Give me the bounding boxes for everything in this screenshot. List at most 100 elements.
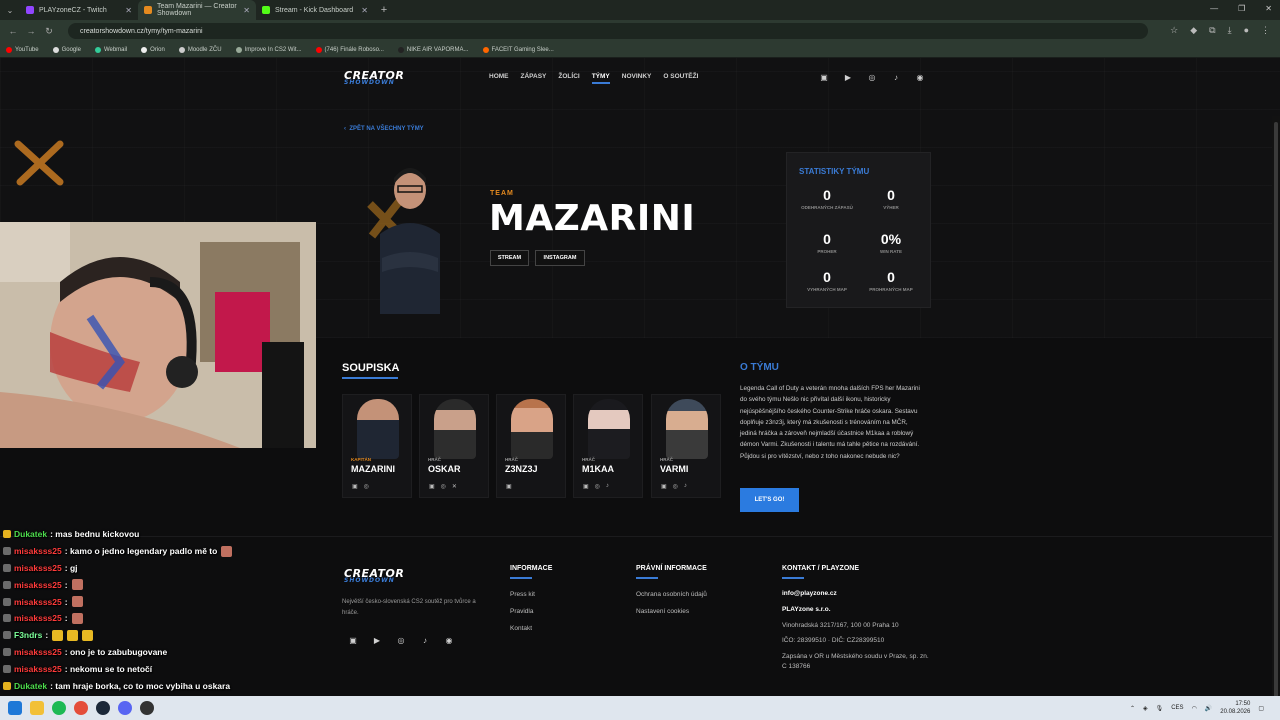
- back-icon[interactable]: ←: [4, 26, 22, 36]
- clock-time: 17:50: [1235, 701, 1251, 707]
- youtube-icon[interactable]: ▶: [843, 72, 853, 82]
- player-card[interactable]: HRÁČ M1KAA ▣ ◎ ♪: [573, 394, 643, 498]
- notification-icon[interactable]: ▢: [1258, 705, 1264, 712]
- microphone-icon[interactable]: 🎙: [1156, 705, 1164, 712]
- twitch-icon[interactable]: ▣: [819, 72, 829, 82]
- stat-value: 0: [823, 187, 831, 203]
- file-explorer-icon[interactable]: [30, 701, 44, 715]
- nav-novinky[interactable]: NOVINKY: [622, 73, 652, 84]
- x-icon[interactable]: ✕: [452, 483, 457, 490]
- twitch-icon[interactable]: ▣: [348, 635, 358, 645]
- about-title: O TÝMU: [740, 362, 779, 373]
- back-to-teams-link[interactable]: ‹ ZPĚT NA VŠECHNY TÝMY: [344, 126, 424, 132]
- twitch-icon[interactable]: ▣: [429, 483, 435, 490]
- footer-link-pravidla[interactable]: Pravidla: [510, 608, 533, 615]
- close-window-icon[interactable]: ✕: [1265, 4, 1272, 13]
- nav-tymy[interactable]: TÝMY: [591, 73, 610, 84]
- footer-link-cookies[interactable]: Nastavení cookies: [636, 608, 689, 615]
- team-stats-card: STATISTIKY TÝMU 0 ODEHRANÝCH ZÁPASŮ 0 VÝ…: [786, 152, 931, 308]
- twitch-icon[interactable]: ▣: [661, 483, 667, 490]
- bookmark-orion[interactable]: Orion: [141, 46, 165, 53]
- instagram-icon[interactable]: ◎: [364, 483, 369, 490]
- bookmark-google[interactable]: Google: [52, 46, 81, 53]
- tiktok-icon[interactable]: ♪: [684, 483, 687, 490]
- footer-email-link[interactable]: info@playzone.cz: [782, 590, 837, 597]
- extensions-puzzle-icon[interactable]: ⧉: [1209, 25, 1215, 36]
- bookmark-moodle[interactable]: Moodle ZČU: [178, 46, 222, 53]
- url-input[interactable]: creatorshowdown.cz/tymy/tym-mazarini: [68, 23, 1148, 39]
- chrome-icon[interactable]: [74, 701, 88, 715]
- chat-badge-icon: [3, 530, 11, 539]
- instagram-icon[interactable]: ◎: [867, 72, 877, 82]
- nav-zapasy[interactable]: ZÁPASY: [521, 73, 547, 84]
- nav-home[interactable]: HOME: [489, 73, 509, 84]
- page-scrollbar[interactable]: [1272, 116, 1280, 696]
- discord-icon[interactable]: ◉: [444, 635, 454, 645]
- footer-link-kontakt[interactable]: Kontakt: [510, 625, 532, 632]
- bookmark-nike[interactable]: NIKE AIR VAPORMA...: [397, 46, 469, 53]
- nav-zolici[interactable]: ŽOLÍCI: [558, 73, 579, 84]
- discord-icon[interactable]: ◉: [915, 72, 925, 82]
- instagram-button[interactable]: INSTAGRAM: [535, 250, 585, 266]
- maximize-icon[interactable]: ❐: [1238, 4, 1245, 13]
- tiktok-icon[interactable]: ♪: [420, 635, 430, 645]
- reload-icon[interactable]: ↻: [40, 26, 58, 37]
- menu-icon[interactable]: ⋮: [1261, 25, 1270, 36]
- minimize-icon[interactable]: —: [1210, 4, 1218, 13]
- browser-tab-twitch[interactable]: PLAYzoneCZ - Twitch ✕: [20, 0, 138, 20]
- language-indicator[interactable]: CES: [1171, 705, 1183, 711]
- windows-start-icon[interactable]: [8, 701, 22, 715]
- lets-go-button[interactable]: LET'S GO!: [740, 488, 799, 512]
- bookmark-finale[interactable]: (746) Finále Roboso...: [315, 46, 384, 53]
- new-tab-button[interactable]: +: [374, 4, 394, 16]
- stat-label: VYHRANÝCH MAP: [807, 287, 847, 292]
- player-card[interactable]: KAPITÁN MAZARINI ▣ ◎: [342, 394, 412, 498]
- download-icon[interactable]: ⤓: [1228, 25, 1232, 36]
- twitch-icon[interactable]: ▣: [583, 483, 589, 490]
- clock[interactable]: 17:50 20.08.2026: [1220, 700, 1250, 716]
- chevron-up-icon[interactable]: ⌃: [1130, 705, 1135, 712]
- volume-icon[interactable]: 🔊: [1205, 705, 1212, 712]
- browser-tab-kick[interactable]: Stream - Kick Dashboard ✕: [256, 0, 374, 20]
- player-card[interactable]: HRÁČ VARMI ▣ ◎ ♪: [651, 394, 721, 498]
- discord-icon[interactable]: [118, 701, 132, 715]
- network-icon[interactable]: ◈: [1143, 705, 1148, 712]
- tab-list-icon[interactable]: ⌄: [0, 6, 20, 15]
- bookmark-youtube[interactable]: YouTube: [6, 46, 39, 53]
- footer-link-press-kit[interactable]: Press kit: [510, 591, 535, 598]
- steam-icon[interactable]: [96, 701, 110, 715]
- wifi-icon[interactable]: ◠: [1192, 705, 1197, 712]
- tiktok-icon[interactable]: ♪: [891, 72, 901, 82]
- nav-o-soutezi[interactable]: O SOUTĚŽI: [663, 73, 698, 84]
- player-card[interactable]: HRÁČ Z3NZ3J ▣: [496, 394, 566, 498]
- footer-logo[interactable]: CREATOR SHOWDOWN: [344, 567, 404, 584]
- site-logo[interactable]: CREATOR SHOWDOWN: [344, 69, 404, 86]
- profile-icon[interactable]: ●: [1244, 25, 1249, 36]
- stream-button[interactable]: STREAM: [490, 250, 529, 266]
- close-tab-icon[interactable]: ✕: [243, 6, 250, 15]
- twitch-icon[interactable]: ▣: [352, 483, 358, 490]
- app-icon[interactable]: [140, 701, 154, 715]
- close-tab-icon[interactable]: ✕: [361, 6, 368, 15]
- instagram-icon[interactable]: ◎: [441, 483, 446, 490]
- youtube-icon[interactable]: ▶: [372, 635, 382, 645]
- twitch-icon[interactable]: ▣: [506, 483, 512, 490]
- tiktok-icon[interactable]: ♪: [606, 483, 609, 490]
- bookmark-improve-cs2[interactable]: Improve In CS2 Wit...: [235, 46, 302, 53]
- emote-icon: [221, 545, 233, 557]
- spotify-icon[interactable]: [52, 701, 66, 715]
- forward-icon[interactable]: →: [22, 26, 40, 36]
- chat-message: Dukatek: mas bednu kickovou: [0, 526, 320, 543]
- instagram-icon[interactable]: ◎: [673, 483, 678, 490]
- footer-link-privacy[interactable]: Ochrana osobních údajů: [636, 591, 707, 598]
- close-tab-icon[interactable]: ✕: [125, 6, 132, 15]
- scrollbar-thumb[interactable]: [1274, 122, 1278, 696]
- bookmark-webmail[interactable]: Webmail: [94, 46, 127, 53]
- instagram-icon[interactable]: ◎: [396, 635, 406, 645]
- instagram-icon[interactable]: ◎: [595, 483, 600, 490]
- bookmark-faceit[interactable]: FACEIT Gaming Slee...: [482, 46, 554, 53]
- browser-tab-creator-showdown[interactable]: Team Mazarini — Creator Showdown ✕: [138, 0, 256, 20]
- extension-icon[interactable]: ◆: [1190, 25, 1197, 36]
- star-icon[interactable]: ☆: [1170, 25, 1178, 36]
- player-card[interactable]: HRÁČ OSKAR ▣ ◎ ✕: [419, 394, 489, 498]
